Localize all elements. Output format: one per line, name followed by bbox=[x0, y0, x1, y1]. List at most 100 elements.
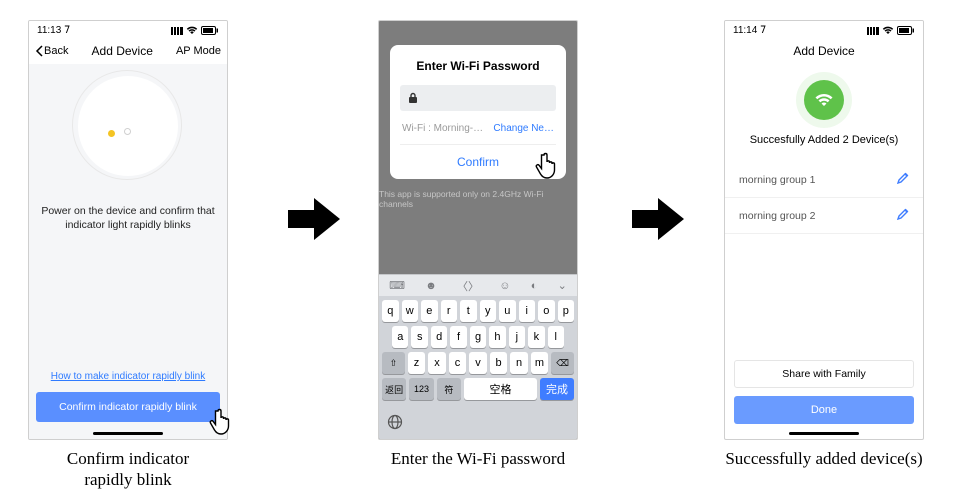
modal-backdrop: Enter Wi-Fi Password Wi-Fi : Morning-… C… bbox=[379, 21, 577, 274]
key-o[interactable]: o bbox=[538, 300, 555, 322]
key-⇧[interactable]: ⇧ bbox=[382, 352, 405, 374]
home-indicator bbox=[93, 432, 163, 435]
suggest-icon: ◐ bbox=[531, 280, 538, 292]
key-y[interactable]: y bbox=[480, 300, 497, 322]
key-row-3: ⇧zxcvbnm⌫ bbox=[382, 352, 574, 374]
status-time: 11:14 ⁠𝟩 bbox=[733, 25, 766, 36]
instruction-text: Power on the device and confirm that ind… bbox=[29, 204, 227, 232]
wifi-network-row: Wi-Fi : Morning-… Change Ne… bbox=[400, 121, 556, 145]
pointer-hand-icon bbox=[206, 406, 240, 440]
suggest-icon: ⌨︎ bbox=[389, 279, 405, 292]
wifi-icon bbox=[814, 92, 834, 108]
key-row-2: asdfghjkl bbox=[382, 326, 574, 348]
key-n[interactable]: n bbox=[510, 352, 528, 374]
key-123[interactable]: 123 bbox=[409, 378, 433, 400]
confirm-blink-button[interactable]: Confirm indicator rapidly blink bbox=[36, 392, 220, 422]
battery-icon bbox=[897, 26, 915, 35]
wifi-icon bbox=[882, 26, 894, 35]
key-x[interactable]: x bbox=[428, 352, 446, 374]
wifi-footnote: This app is supported only on 2.4GHz Wi-… bbox=[379, 189, 577, 209]
page-title: Add Device bbox=[793, 44, 854, 58]
key-u[interactable]: u bbox=[499, 300, 516, 322]
device-name: morning group 1 bbox=[739, 174, 815, 186]
key-z[interactable]: z bbox=[408, 352, 426, 374]
key-e[interactable]: e bbox=[421, 300, 438, 322]
done-button[interactable]: Done bbox=[734, 396, 914, 424]
status-right bbox=[171, 26, 219, 35]
status-bar: 11:13 ⁠𝟩 bbox=[29, 21, 227, 40]
keyboard: qwertyuiop asdfghjkl ⇧zxcvbnm⌫ 返回 123 符 … bbox=[379, 296, 577, 410]
indicator-dot-yellow bbox=[108, 130, 115, 137]
edit-icon[interactable] bbox=[897, 172, 909, 187]
edit-icon[interactable] bbox=[897, 208, 909, 223]
back-label: Back bbox=[44, 45, 68, 57]
key-d[interactable]: d bbox=[431, 326, 447, 348]
share-button[interactable]: Share with Family bbox=[734, 360, 914, 388]
key-space[interactable]: 空格 bbox=[464, 378, 537, 400]
status-right bbox=[867, 26, 915, 35]
keyboard-suggest-bar[interactable]: ⌨︎ ☻ 〈〉 ☺ ◐ ⌄ bbox=[379, 274, 577, 296]
status-bar: 11:14 ⁠𝟩 bbox=[725, 21, 923, 40]
key-g[interactable]: g bbox=[470, 326, 486, 348]
chevron-left-icon bbox=[35, 45, 43, 57]
key-done[interactable]: 完成 bbox=[540, 378, 574, 400]
key-c[interactable]: c bbox=[449, 352, 467, 374]
lock-icon bbox=[408, 92, 418, 104]
content-area: Succesfully Added 2 Device(s) morning gr… bbox=[725, 64, 923, 439]
arrow-icon bbox=[288, 196, 340, 247]
success-text: Succesfully Added 2 Device(s) bbox=[750, 134, 899, 146]
home-indicator bbox=[789, 432, 859, 435]
phone-screen-3: 11:14 ⁠𝟩 Add Device Succesfully Added 2 … bbox=[724, 20, 924, 440]
pointer-hand-icon bbox=[532, 150, 566, 184]
success-badge bbox=[804, 80, 844, 120]
key-k[interactable]: k bbox=[528, 326, 544, 348]
key-h[interactable]: h bbox=[489, 326, 505, 348]
password-input[interactable] bbox=[400, 85, 556, 111]
caption-2: Enter the Wi-Fi password bbox=[378, 448, 578, 469]
globe-icon[interactable] bbox=[387, 414, 403, 435]
wifi-icon bbox=[186, 26, 198, 35]
status-time: 11:13 ⁠𝟩 bbox=[37, 25, 70, 36]
key-i[interactable]: i bbox=[519, 300, 536, 322]
ap-mode-button[interactable]: AP Mode bbox=[176, 45, 221, 57]
key-a[interactable]: a bbox=[392, 326, 408, 348]
key-r[interactable]: r bbox=[441, 300, 458, 322]
signal-icon bbox=[171, 27, 183, 35]
key-j[interactable]: j bbox=[509, 326, 525, 348]
nav-bar: Back Add Device AP Mode bbox=[29, 40, 227, 64]
caption-3: Successfully added device(s) bbox=[724, 448, 924, 469]
key-q[interactable]: q bbox=[382, 300, 399, 322]
key-w[interactable]: w bbox=[402, 300, 419, 322]
suggest-icon: ☻ bbox=[425, 280, 437, 292]
keyboard-bottom-row bbox=[379, 410, 577, 439]
device-name: morning group 2 bbox=[739, 210, 815, 222]
arrow-icon bbox=[632, 196, 684, 247]
modal-title: Enter Wi-Fi Password bbox=[400, 59, 556, 73]
suggest-icon: ☺ bbox=[499, 280, 510, 292]
phone-screen-1: 11:13 ⁠𝟩 Back Add Device AP Mode Power o… bbox=[28, 20, 228, 440]
help-link[interactable]: How to make indicator rapidly blink bbox=[51, 371, 206, 382]
page-title: Add Device bbox=[92, 44, 153, 58]
key-m[interactable]: m bbox=[531, 352, 549, 374]
key-⌫[interactable]: ⌫ bbox=[551, 352, 574, 374]
key-row-1: qwertyuiop bbox=[382, 300, 574, 322]
back-button[interactable]: Back bbox=[35, 45, 68, 57]
key-return[interactable]: 返回 bbox=[382, 378, 406, 400]
suggest-icon: ⌄ bbox=[558, 279, 567, 292]
suggest-icon: 〈〉 bbox=[457, 278, 479, 294]
key-s[interactable]: s bbox=[411, 326, 427, 348]
device-list: morning group 1 morning group 2 bbox=[725, 162, 923, 234]
key-f[interactable]: f bbox=[450, 326, 466, 348]
key-t[interactable]: t bbox=[460, 300, 477, 322]
signal-icon bbox=[867, 27, 879, 35]
key-b[interactable]: b bbox=[490, 352, 508, 374]
nav-bar: Add Device bbox=[725, 40, 923, 64]
change-network-link[interactable]: Change Ne… bbox=[493, 123, 554, 134]
caption-1: Confirm indicator rapidly blink bbox=[28, 448, 228, 491]
key-p[interactable]: p bbox=[558, 300, 575, 322]
key-v[interactable]: v bbox=[469, 352, 487, 374]
key-symbols[interactable]: 符 bbox=[437, 378, 461, 400]
key-l[interactable]: l bbox=[548, 326, 564, 348]
confirm-blink-label: Confirm indicator rapidly blink bbox=[59, 401, 197, 413]
battery-icon bbox=[201, 26, 219, 35]
